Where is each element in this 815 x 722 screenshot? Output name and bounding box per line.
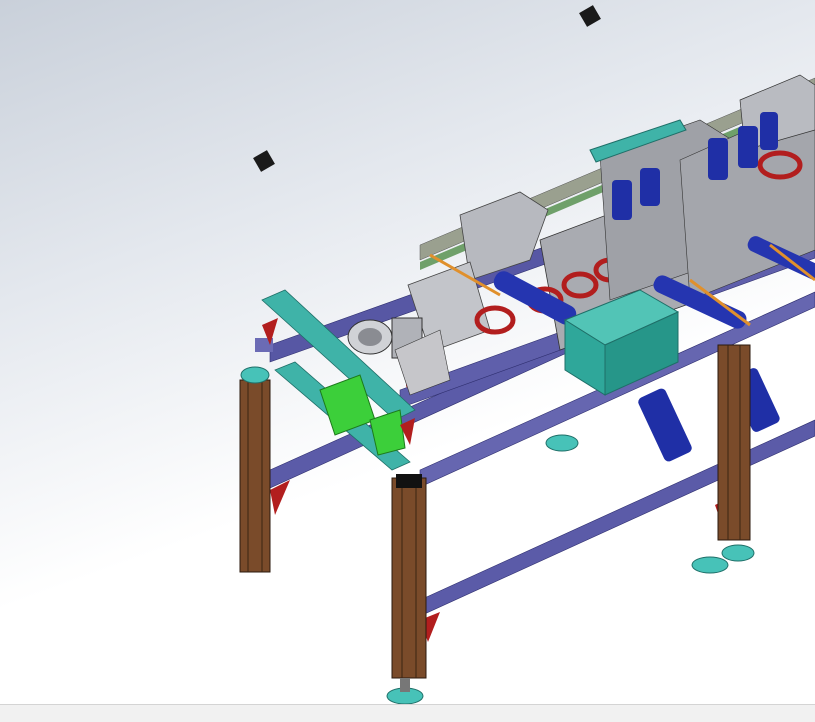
view-marker-icon[interactable]: [579, 5, 601, 27]
3d-model-viewport[interactable]: [0, 0, 815, 722]
assembly-render: [239, 5, 815, 705]
status-strip: [0, 704, 815, 722]
view-marker-icon[interactable]: [253, 150, 275, 172]
